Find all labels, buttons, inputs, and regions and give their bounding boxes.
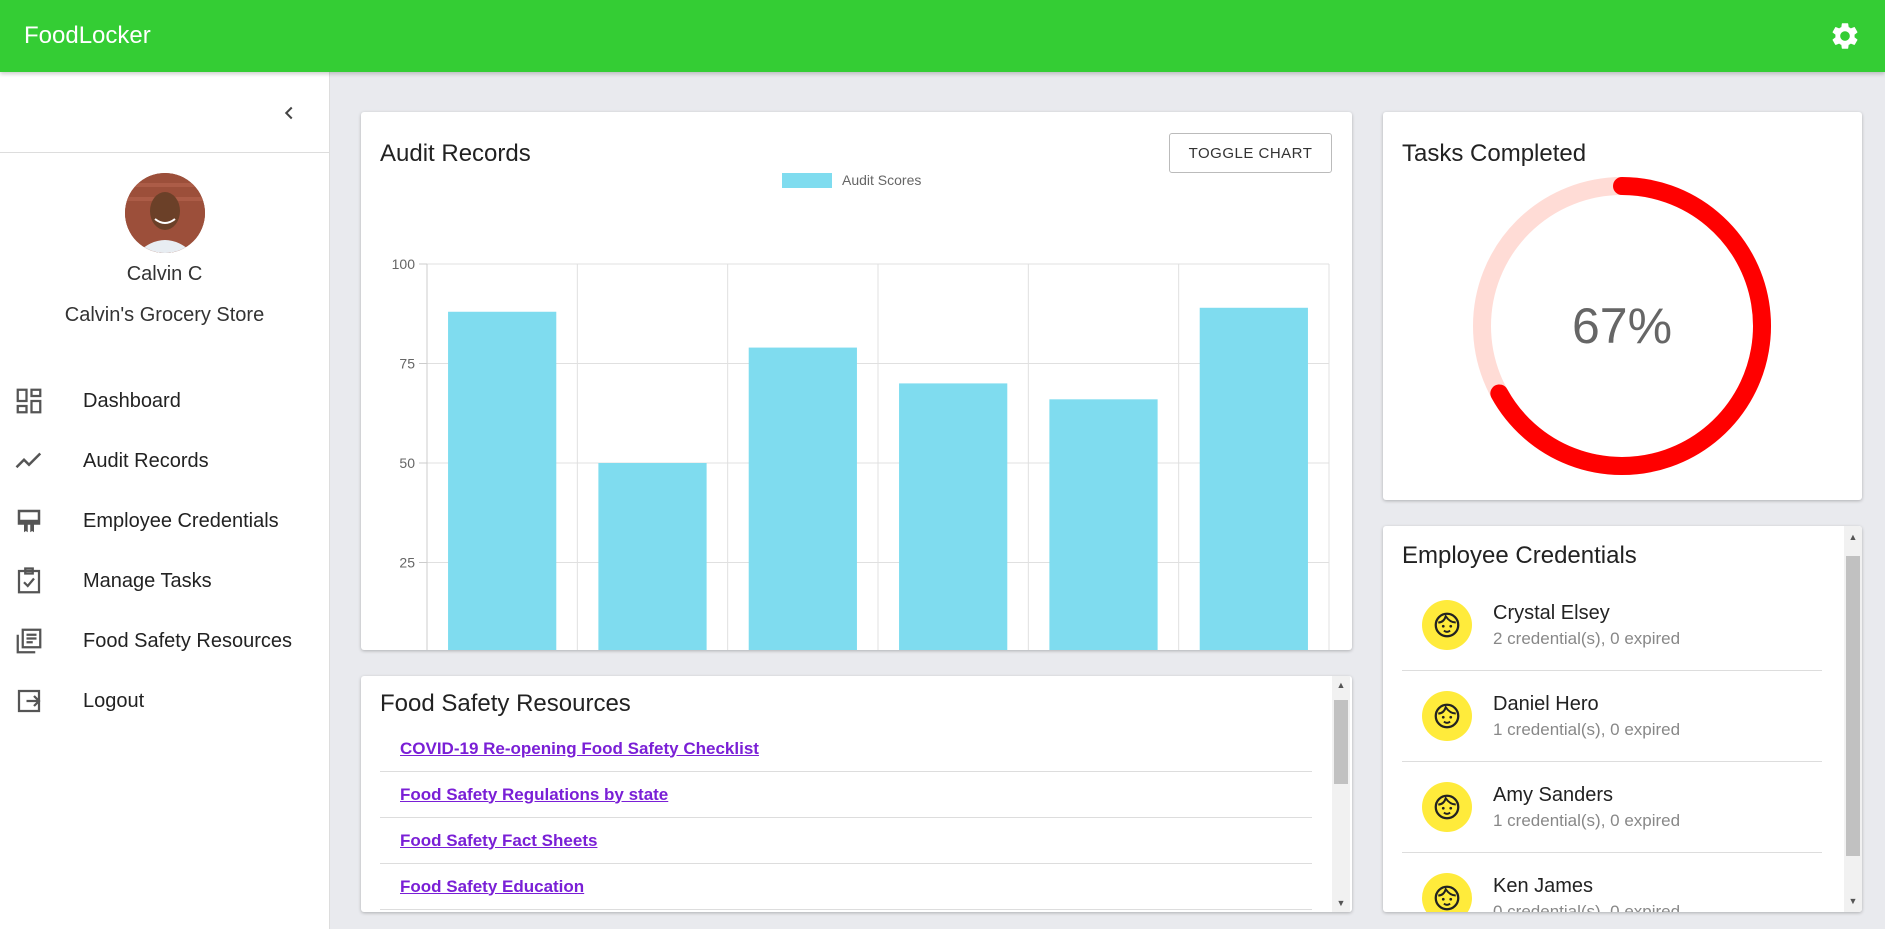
bar — [1199, 307, 1308, 650]
bar — [448, 311, 557, 650]
avatar — [124, 173, 205, 253]
scroll-up-icon[interactable]: ▲ — [1844, 530, 1862, 544]
sidebar-item-manage-tasks[interactable]: Manage Tasks — [0, 551, 329, 611]
scroll-down-icon[interactable]: ▼ — [1844, 894, 1862, 908]
user-profile: Calvin C Calvin's Grocery Store — [0, 153, 329, 327]
list-item[interactable]: Amy Sanders 1 credential(s), 0 expired — [1402, 762, 1822, 853]
employee-name: Daniel Hero — [1493, 692, 1599, 715]
y-tick-label: 25 — [399, 555, 415, 571]
resource-link[interactable]: Food Safety Fact Sheets — [400, 831, 597, 851]
bar — [899, 383, 1008, 650]
employee-name: Ken James — [1493, 874, 1594, 897]
chevron-left-icon[interactable] — [278, 102, 300, 124]
gear-icon[interactable] — [1829, 20, 1861, 52]
resource-list: COVID-19 Re-opening Food Safety Checklis… — [380, 726, 1312, 910]
sidebar-item-label: Dashboard — [83, 389, 181, 412]
scroll-down-icon[interactable]: ▼ — [1332, 896, 1350, 910]
face-icon — [1422, 782, 1472, 832]
list-item: Food Safety Regulations by state — [380, 772, 1312, 818]
y-tick-label: 100 — [392, 256, 416, 272]
face-icon — [1422, 873, 1472, 912]
sidebar-item-dashboard[interactable]: Dashboard — [0, 371, 329, 431]
scroll-thumb[interactable] — [1334, 700, 1348, 784]
resources-scrollbar[interactable]: ▲ ▼ — [1332, 676, 1350, 912]
employee-name: Amy Sanders — [1493, 783, 1614, 806]
assignment-check-icon — [17, 567, 41, 594]
sidebar-item-label: Manage Tasks — [83, 569, 212, 592]
tasks-progress-ring: 67% — [1473, 177, 1771, 475]
progress-percent: 67% — [1572, 298, 1672, 354]
library-books-icon — [16, 628, 42, 654]
employee-credentials-title: Employee Credentials — [1402, 542, 1637, 569]
sidebar-item-label: Audit Records — [83, 449, 209, 472]
resource-link[interactable]: Food Safety Regulations by state — [400, 785, 668, 805]
sidebar-item-label: Employee Credentials — [83, 509, 279, 532]
employee-credentials-card: Employee Credentials Crystal Elsey 2 cre… — [1383, 526, 1862, 912]
employee-credential-summary: 0 credential(s), 0 expired — [1493, 901, 1681, 913]
dashboard-icon — [16, 388, 42, 414]
scroll-thumb[interactable] — [1846, 556, 1860, 856]
list-item: COVID-19 Re-opening Food Safety Checklis… — [380, 726, 1312, 772]
y-tick-label: 75 — [399, 356, 415, 372]
sidebar-header — [0, 72, 329, 153]
face-icon — [1422, 600, 1472, 650]
sidebar-item-logout[interactable]: Logout — [0, 671, 329, 731]
bar — [1049, 399, 1158, 650]
sidebar: Calvin C Calvin's Grocery Store Dashboar… — [0, 72, 330, 929]
trending-icon — [15, 452, 42, 469]
tasks-completed-card: Tasks Completed 67% — [1383, 112, 1862, 500]
legend-label: Audit Scores — [842, 172, 921, 188]
list-item[interactable]: Ken James 0 credential(s), 0 expired — [1402, 853, 1822, 912]
employee-name: Crystal Elsey — [1493, 601, 1610, 624]
credential-list: Crystal Elsey 2 credential(s), 0 expired… — [1402, 580, 1822, 912]
card-membership-icon — [17, 509, 41, 533]
list-item[interactable]: Crystal Elsey 2 credential(s), 0 expired — [1402, 580, 1822, 671]
user-name: Calvin C — [126, 263, 203, 285]
store-name: Calvin's Grocery Store — [64, 304, 265, 326]
sidebar-item-label: Food Safety Resources — [83, 629, 292, 652]
audit-records-title: Audit Records — [380, 140, 531, 167]
app-bar: FoodLocker — [0, 0, 1885, 72]
employee-credential-summary: 1 credential(s), 0 expired — [1493, 810, 1681, 830]
sidebar-item-food-safety-resources[interactable]: Food Safety Resources — [0, 611, 329, 671]
credentials-scrollbar[interactable]: ▲ ▼ — [1844, 526, 1862, 912]
sidebar-nav: Dashboard Audit Records Employee Credent… — [0, 371, 329, 731]
y-tick-label: 50 — [399, 455, 415, 471]
toggle-chart-button[interactable]: TOGGLE CHART — [1169, 133, 1332, 173]
resource-link[interactable]: COVID-19 Re-opening Food Safety Checklis… — [400, 739, 759, 759]
bar — [598, 463, 707, 650]
sidebar-item-label: Logout — [83, 689, 145, 712]
sidebar-item-audit-records[interactable]: Audit Records — [0, 431, 329, 491]
exit-icon — [17, 689, 41, 713]
list-item: Food Safety Fact Sheets — [380, 818, 1312, 864]
food-safety-resources-card: Food Safety Resources COVID-19 Re-openin… — [361, 676, 1352, 912]
resource-link[interactable]: Food Safety Education — [400, 877, 584, 897]
list-item[interactable]: Daniel Hero 1 credential(s), 0 expired — [1402, 671, 1822, 762]
bar — [748, 347, 857, 650]
list-item: Food Safety Education — [380, 864, 1312, 910]
sidebar-item-employee-credentials[interactable]: Employee Credentials — [0, 491, 329, 551]
audit-records-card: Audit Records TOGGLE CHART Audit Scores0… — [361, 112, 1352, 650]
face-icon — [1422, 691, 1472, 741]
audit-chart: Audit Scores0255075100Nov 2019Dec 2019Ja… — [392, 172, 1330, 650]
scroll-up-icon[interactable]: ▲ — [1332, 678, 1350, 692]
legend-swatch — [782, 173, 832, 188]
employee-credential-summary: 1 credential(s), 0 expired — [1493, 719, 1681, 739]
employee-credential-summary: 2 credential(s), 0 expired — [1493, 628, 1681, 648]
app-title[interactable]: FoodLocker — [24, 22, 151, 50]
food-safety-resources-title: Food Safety Resources — [380, 690, 631, 717]
